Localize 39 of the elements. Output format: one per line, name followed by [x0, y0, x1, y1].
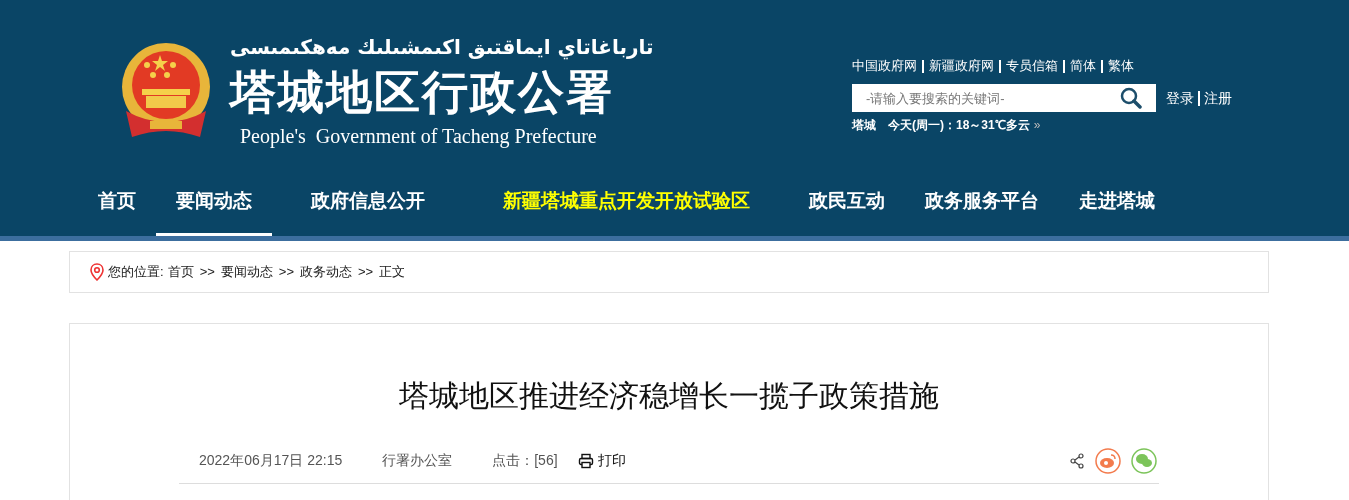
account-link[interactable]: 登录 [1166, 87, 1194, 109]
search-field[interactable]: -请输入要搜索的关键词- [852, 84, 1106, 112]
nav-tab[interactable]: 新疆塔城重点开发开放试验区 [483, 170, 770, 236]
english-site-name: People's Government of Tacheng Prefecture [239, 124, 597, 150]
print-button[interactable]: 打印 [577, 450, 626, 471]
breadcrumb-link[interactable]: 正文 [379, 262, 406, 282]
breadcrumb-link[interactable]: 要闻动态 [220, 262, 273, 282]
article-title: 塔城地区推进经济稳增长一揽子政策措施 [399, 378, 939, 414]
article-source: 行署办公室 [382, 451, 453, 470]
nav-tab[interactable]: 政民互动 [789, 170, 905, 236]
breadcrumb-separator: >> [278, 263, 294, 282]
publish-date: 2022年06月17日 22:15 [199, 451, 343, 470]
nav-tab[interactable]: 走进塔城 [1059, 170, 1175, 236]
top-link[interactable]: 专员信箱 [1006, 56, 1058, 76]
top-link[interactable]: 繁体 [1108, 56, 1134, 76]
search-button[interactable] [1106, 84, 1156, 112]
breadcrumb-label: 您的位置: [108, 263, 164, 282]
breadcrumb-separator: >> [358, 263, 374, 282]
breadcrumb-link[interactable]: 政务动态 [300, 262, 352, 282]
top-link[interactable]: 新疆政府网 [929, 56, 994, 76]
location-pin-icon [90, 263, 104, 281]
nav-tab[interactable]: 政府信息公开 [291, 170, 445, 236]
nav-tab[interactable]: 首页 [78, 170, 156, 236]
share-icon[interactable] [1069, 452, 1085, 469]
search-icon [1120, 87, 1142, 109]
weather-more-link[interactable]: » [1033, 116, 1041, 134]
weibo-share-icon[interactable] [1095, 447, 1121, 474]
account-link[interactable]: 注册 [1204, 87, 1232, 109]
printer-icon [577, 452, 594, 469]
view-count: 点击：[56] [492, 451, 558, 470]
nav-tab[interactable]: 政务服务平台 [905, 170, 1059, 236]
breadcrumb-separator: >> [199, 263, 215, 282]
breadcrumb-link[interactable]: 首页 [167, 262, 194, 282]
uyghur-site-name: تارباغاتاي ايماقتىق اكىمشىلىك مەھكىمىسى [230, 34, 654, 62]
weather-city: 塔城 [852, 117, 876, 134]
weather-forecast: 今天(周一)：18～31℃多云 [888, 117, 1030, 134]
top-link[interactable]: 中国政府网 [852, 56, 917, 76]
site-name: 塔城地区行政公署 [230, 64, 614, 121]
top-link[interactable]: 简体 [1070, 56, 1096, 76]
